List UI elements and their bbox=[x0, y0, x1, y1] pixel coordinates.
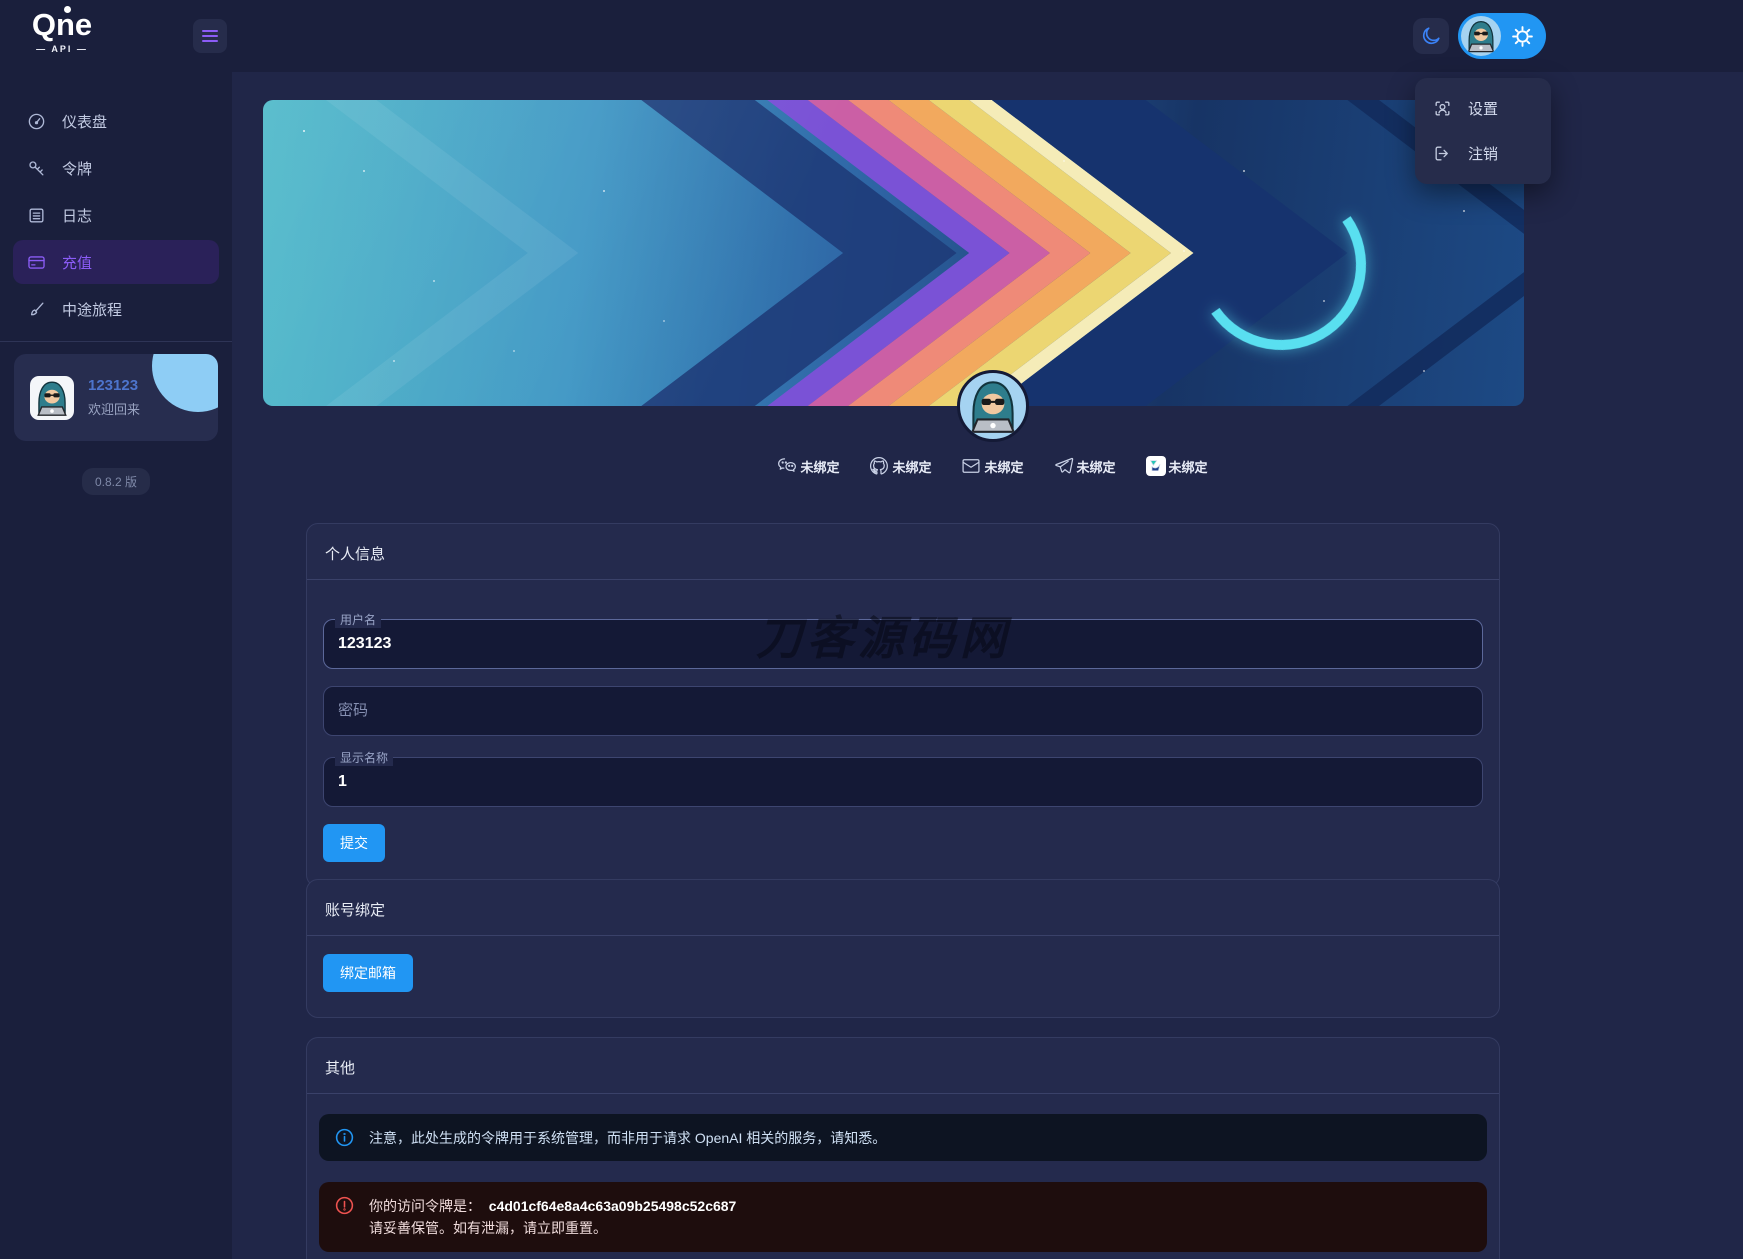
binding-telegram[interactable]: 未绑定 bbox=[1054, 456, 1116, 476]
username-field-wrap: 用户名 bbox=[323, 619, 1483, 669]
token-alert-prefix: 你的访问令牌是： bbox=[369, 1198, 481, 1214]
sidebar-item-label: 日志 bbox=[62, 205, 92, 226]
settings-icon bbox=[1433, 99, 1452, 118]
sidebar-item-label: 令牌 bbox=[62, 158, 92, 179]
personal-info-card: 个人信息 用户名 显示名称 提交 bbox=[306, 523, 1500, 887]
sidebar-user-card[interactable]: 123123 欢迎回来 bbox=[14, 354, 218, 441]
menu-icon bbox=[202, 35, 218, 37]
avatar bbox=[1461, 16, 1501, 56]
menu-item-label: 注销 bbox=[1468, 143, 1498, 164]
banner-image bbox=[263, 100, 1524, 406]
sidebar-nav: 仪表盘 令牌 日志 充值 中途旅程 bbox=[0, 72, 232, 331]
binding-status: 未绑定 bbox=[800, 457, 839, 476]
token-alert: 你的访问令牌是： c4d01cf64e8a4c63a09b25498c52c68… bbox=[319, 1182, 1487, 1252]
user-menu-button[interactable] bbox=[1458, 13, 1546, 59]
logout-icon bbox=[1433, 144, 1452, 163]
top-bar: Qne — API — bbox=[0, 0, 1743, 72]
other-card: 其他 注意，此处生成的令牌用于系统管理，而非用于请求 OpenAI 相关的服务，… bbox=[306, 1037, 1500, 1259]
avatar bbox=[30, 376, 74, 420]
info-icon bbox=[334, 1127, 355, 1148]
display-name-field-wrap: 显示名称 bbox=[323, 757, 1483, 807]
submit-button[interactable]: 提交 bbox=[323, 824, 385, 862]
github-icon bbox=[869, 456, 889, 476]
profile-banner-area: 未绑定 未绑定 未绑定 未绑定 bbox=[263, 100, 1524, 406]
sidebar-item-midjourney[interactable]: 中途旅程 bbox=[13, 287, 219, 331]
error-icon bbox=[334, 1195, 355, 1216]
sidebar-username: 123123 bbox=[88, 377, 140, 394]
user-dropdown-menu: 设置 注销 bbox=[1415, 78, 1551, 184]
sidebar-item-topup[interactable]: 充值 bbox=[13, 240, 219, 284]
binding-status: 未绑定 bbox=[1169, 457, 1208, 476]
sidebar-item-tokens[interactable]: 令牌 bbox=[13, 146, 219, 190]
token-alert-line2: 请妥善保管。如有泄漏，请立即重置。 bbox=[369, 1217, 736, 1239]
sidebar-toggle-button[interactable] bbox=[193, 19, 227, 53]
info-alert: 注意，此处生成的令牌用于系统管理，而非用于请求 OpenAI 相关的服务，请知悉… bbox=[319, 1114, 1487, 1161]
display-name-input[interactable] bbox=[323, 757, 1483, 807]
wechat-icon bbox=[777, 456, 797, 476]
username-input[interactable] bbox=[323, 619, 1483, 669]
binding-wechat[interactable]: 未绑定 bbox=[777, 456, 839, 476]
logs-icon bbox=[27, 206, 46, 225]
menu-item-settings[interactable]: 设置 bbox=[1415, 86, 1551, 131]
brush-icon bbox=[27, 300, 46, 319]
key-icon bbox=[27, 159, 46, 178]
binding-status: 未绑定 bbox=[892, 457, 931, 476]
card-decoration bbox=[152, 354, 218, 412]
info-alert-text: 注意，此处生成的令牌用于系统管理，而非用于请求 OpenAI 相关的服务，请知悉… bbox=[369, 1128, 886, 1148]
password-input[interactable] bbox=[323, 686, 1483, 736]
menu-item-label: 设置 bbox=[1468, 98, 1498, 119]
sidebar-item-dashboard[interactable]: 仪表盘 bbox=[13, 99, 219, 143]
app-logo: Qne — API — bbox=[24, 8, 100, 54]
sidebar-item-label: 充值 bbox=[62, 252, 92, 273]
email-icon bbox=[961, 456, 981, 476]
bind-email-button[interactable]: 绑定邮箱 bbox=[323, 954, 413, 992]
username-label: 用户名 bbox=[335, 611, 381, 628]
logo-text: Qne bbox=[24, 8, 100, 42]
telegram-icon bbox=[1054, 456, 1074, 476]
credit-card-icon bbox=[27, 253, 46, 272]
logo-subtitle: — API — bbox=[24, 44, 100, 54]
sidebar-item-label: 中途旅程 bbox=[62, 299, 122, 320]
sidebar: 仪表盘 令牌 日志 充值 中途旅程 bbox=[0, 72, 232, 1259]
card-title: 个人信息 bbox=[307, 524, 1499, 580]
access-token-value: c4d01cf64e8a4c63a09b25498c52c687 bbox=[489, 1198, 737, 1214]
theme-toggle-button[interactable] bbox=[1413, 18, 1449, 54]
binding-lark[interactable]: 未绑定 bbox=[1146, 456, 1208, 476]
gauge-icon bbox=[27, 112, 46, 131]
lark-icon bbox=[1146, 456, 1166, 476]
account-binding-card: 账号绑定 绑定邮箱 bbox=[306, 879, 1500, 1018]
version-badge: 0.8.2 版 bbox=[82, 468, 150, 495]
sidebar-greeting: 欢迎回来 bbox=[88, 399, 140, 418]
gear-icon bbox=[1511, 25, 1534, 48]
card-title: 其他 bbox=[307, 1038, 1499, 1094]
account-bindings-row: 未绑定 未绑定 未绑定 未绑定 bbox=[362, 456, 1623, 476]
binding-status: 未绑定 bbox=[984, 457, 1023, 476]
moon-icon bbox=[1420, 25, 1442, 47]
binding-status: 未绑定 bbox=[1077, 457, 1116, 476]
card-title: 账号绑定 bbox=[307, 880, 1499, 936]
logo-dot bbox=[64, 6, 71, 13]
sidebar-item-label: 仪表盘 bbox=[62, 111, 107, 132]
sidebar-divider bbox=[0, 341, 232, 342]
sidebar-item-logs[interactable]: 日志 bbox=[13, 193, 219, 237]
binding-github[interactable]: 未绑定 bbox=[869, 456, 931, 476]
display-name-label: 显示名称 bbox=[335, 749, 393, 766]
password-field-wrap bbox=[323, 686, 1483, 736]
binding-email[interactable]: 未绑定 bbox=[961, 456, 1023, 476]
menu-item-logout[interactable]: 注销 bbox=[1415, 131, 1551, 176]
profile-avatar bbox=[957, 370, 1029, 442]
